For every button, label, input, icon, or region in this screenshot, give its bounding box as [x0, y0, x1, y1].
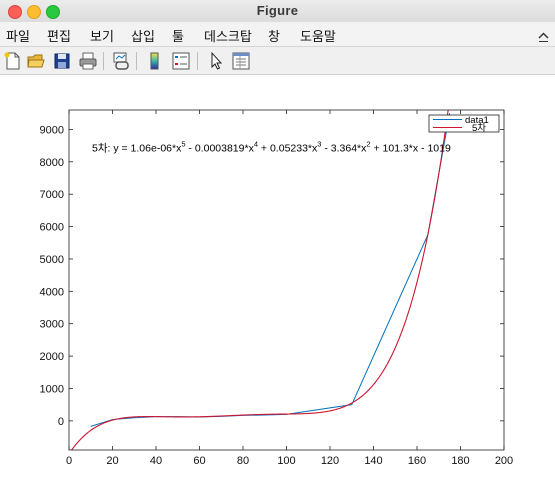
menu-desktop[interactable]: 데스크탑: [204, 26, 252, 45]
y-tick-label: 3000: [40, 319, 64, 331]
menu-view[interactable]: 보기: [90, 26, 114, 45]
x-tick-label: 120: [321, 455, 339, 467]
toolbar-separator: [103, 52, 104, 70]
colorbar-icon[interactable]: [144, 50, 166, 72]
x-tick-label: 180: [451, 455, 469, 467]
x-tick-label: 80: [237, 455, 249, 467]
x-tick-label: 160: [408, 455, 426, 467]
fit-equation-annotation: 5차: y = 1.06e-06*x5 - 0.0003819*x4 + 0.0…: [92, 140, 451, 155]
legend-icon[interactable]: [170, 50, 192, 72]
x-tick-label: 20: [106, 455, 118, 467]
print-icon[interactable]: [77, 50, 99, 72]
y-tick-label: 5000: [40, 254, 64, 266]
menu-window[interactable]: 창: [268, 26, 280, 45]
legend[interactable]: data1 5차: [428, 114, 500, 134]
new-figure-icon[interactable]: [2, 50, 24, 72]
axes-frame: [68, 109, 505, 451]
pointer-icon[interactable]: [205, 50, 227, 72]
save-icon[interactable]: [51, 50, 73, 72]
open-folder-icon[interactable]: [25, 50, 47, 72]
y-tick-label: 1000: [40, 383, 64, 395]
toolbar-separator: [136, 52, 137, 70]
property-inspector-icon[interactable]: [230, 50, 252, 72]
menu-bar: 파일 편집 보기 삽입 툴 데스크탑 창 도움말: [0, 22, 555, 47]
collapse-menu-icon[interactable]: [538, 29, 549, 47]
link-plot-icon[interactable]: [110, 50, 132, 72]
y-tick-label: 4000: [40, 286, 64, 298]
toolbar: [0, 47, 555, 75]
title-bar: Figure: [0, 0, 555, 22]
x-tick-label: 100: [277, 455, 295, 467]
y-tick-label: 6000: [40, 222, 64, 234]
figure-canvas: 0 20 40 60 80 100 120 140 160 180 200 0 1000 2000 3000…: [0, 75, 555, 493]
toolbar-separator: [197, 52, 198, 70]
y-tick-label: 2000: [40, 351, 64, 363]
window-title: Figure: [256, 3, 299, 18]
x-tick-label: 200: [495, 455, 513, 467]
y-tick-label: 0: [58, 416, 64, 428]
plot-svg: 0 20 40 60 80 100 120 140 160 180 2000100020003000…: [40, 109, 513, 467]
series-line-data1: [90, 113, 451, 427]
x-tick-label: 140: [364, 455, 382, 467]
menu-tools[interactable]: 툴: [172, 26, 184, 45]
y-tick-label: 8000: [40, 157, 64, 169]
legend-label-fit: 5차: [472, 122, 486, 134]
x-tick-label: 60: [193, 455, 205, 467]
menu-help[interactable]: 도움말: [300, 26, 336, 45]
x-tick-label: 40: [150, 455, 162, 467]
y-tick-label: 7000: [40, 189, 64, 201]
menu-edit[interactable]: 편집: [47, 26, 71, 45]
menu-file[interactable]: 파일: [6, 26, 30, 45]
x-tick-label: 0: [66, 455, 72, 467]
menu-insert[interactable]: 삽입: [131, 26, 155, 45]
y-tick-label: 9000: [40, 124, 64, 136]
